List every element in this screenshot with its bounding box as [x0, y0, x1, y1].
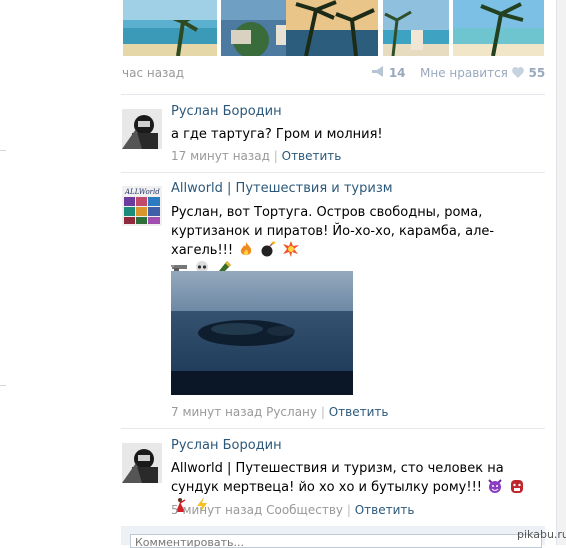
like-count: 55	[528, 66, 546, 80]
comment-text: а где тартуга? Гром и молния!	[171, 127, 383, 142]
avatar[interactable]: ALLWorld	[122, 186, 162, 226]
heart-icon	[511, 67, 525, 81]
avatar[interactable]	[122, 443, 162, 483]
separator: |	[273, 149, 278, 163]
left-tick	[0, 385, 6, 386]
divider	[121, 94, 545, 95]
comment-meta: 5 минут назад Сообществу | Ответить	[171, 503, 414, 517]
reply-link[interactable]: Ответить	[355, 503, 415, 517]
comment-text-body: Руслан, вот Тортуга. Остров свободны, ро…	[171, 205, 495, 258]
fire-emoji	[237, 241, 255, 259]
smiling-imp-emoji	[486, 478, 504, 496]
watermark: pikabu.ru	[517, 528, 566, 541]
comment-meta: 7 минут назад Руслану | Ответить	[171, 405, 388, 419]
comment-time[interactable]: 5 минут назад Сообществу	[171, 503, 343, 517]
avatar[interactable]	[122, 109, 162, 149]
post-photo-4[interactable]	[383, 0, 449, 56]
like-button[interactable]: Мне нравится 55	[420, 66, 545, 81]
like-label: Мне нравится	[420, 66, 508, 80]
comment-meta: 17 минут назад | Ответить	[171, 149, 341, 163]
comment-photo-tortuga[interactable]	[171, 271, 353, 395]
megaphone-icon	[371, 66, 385, 80]
post-time[interactable]: час назад	[122, 66, 184, 80]
comment-time[interactable]: 7 минут назад Руслану	[171, 405, 317, 419]
bomb-emoji	[259, 241, 277, 259]
post-photo-5[interactable]	[453, 0, 544, 56]
separator: |	[320, 405, 325, 419]
comment-author[interactable]: Руслан Бородин	[171, 104, 282, 119]
left-tick	[0, 150, 6, 151]
comment-author[interactable]: Allworld | Путешествия и туризм	[171, 181, 393, 196]
comment-text: Руслан, вот Тортуга. Остров свободны, ро…	[171, 203, 546, 280]
ogre-emoji	[508, 478, 526, 496]
comment-time[interactable]: 17 минут назад	[171, 149, 270, 163]
comment-text-body: Allworld | Путешествия и туризм, сто чел…	[171, 461, 504, 495]
avatar-label: ALLWorld	[124, 188, 160, 196]
repost-button[interactable]: 14	[371, 66, 406, 80]
right-panel-bg	[557, 0, 566, 545]
collision-emoji	[282, 241, 300, 259]
comment-input[interactable]: Комментировать...	[130, 534, 542, 548]
column-border	[556, 0, 557, 545]
repost-count: 14	[388, 66, 406, 80]
divider	[121, 428, 545, 429]
reply-link[interactable]: Ответить	[282, 149, 342, 163]
comment-author[interactable]: Руслан Бородин	[171, 438, 282, 453]
reply-link[interactable]: Ответить	[329, 405, 389, 419]
post-photo-1[interactable]	[123, 0, 217, 56]
separator: |	[346, 503, 351, 517]
post-photo-3[interactable]	[286, 0, 378, 56]
divider	[121, 172, 545, 173]
